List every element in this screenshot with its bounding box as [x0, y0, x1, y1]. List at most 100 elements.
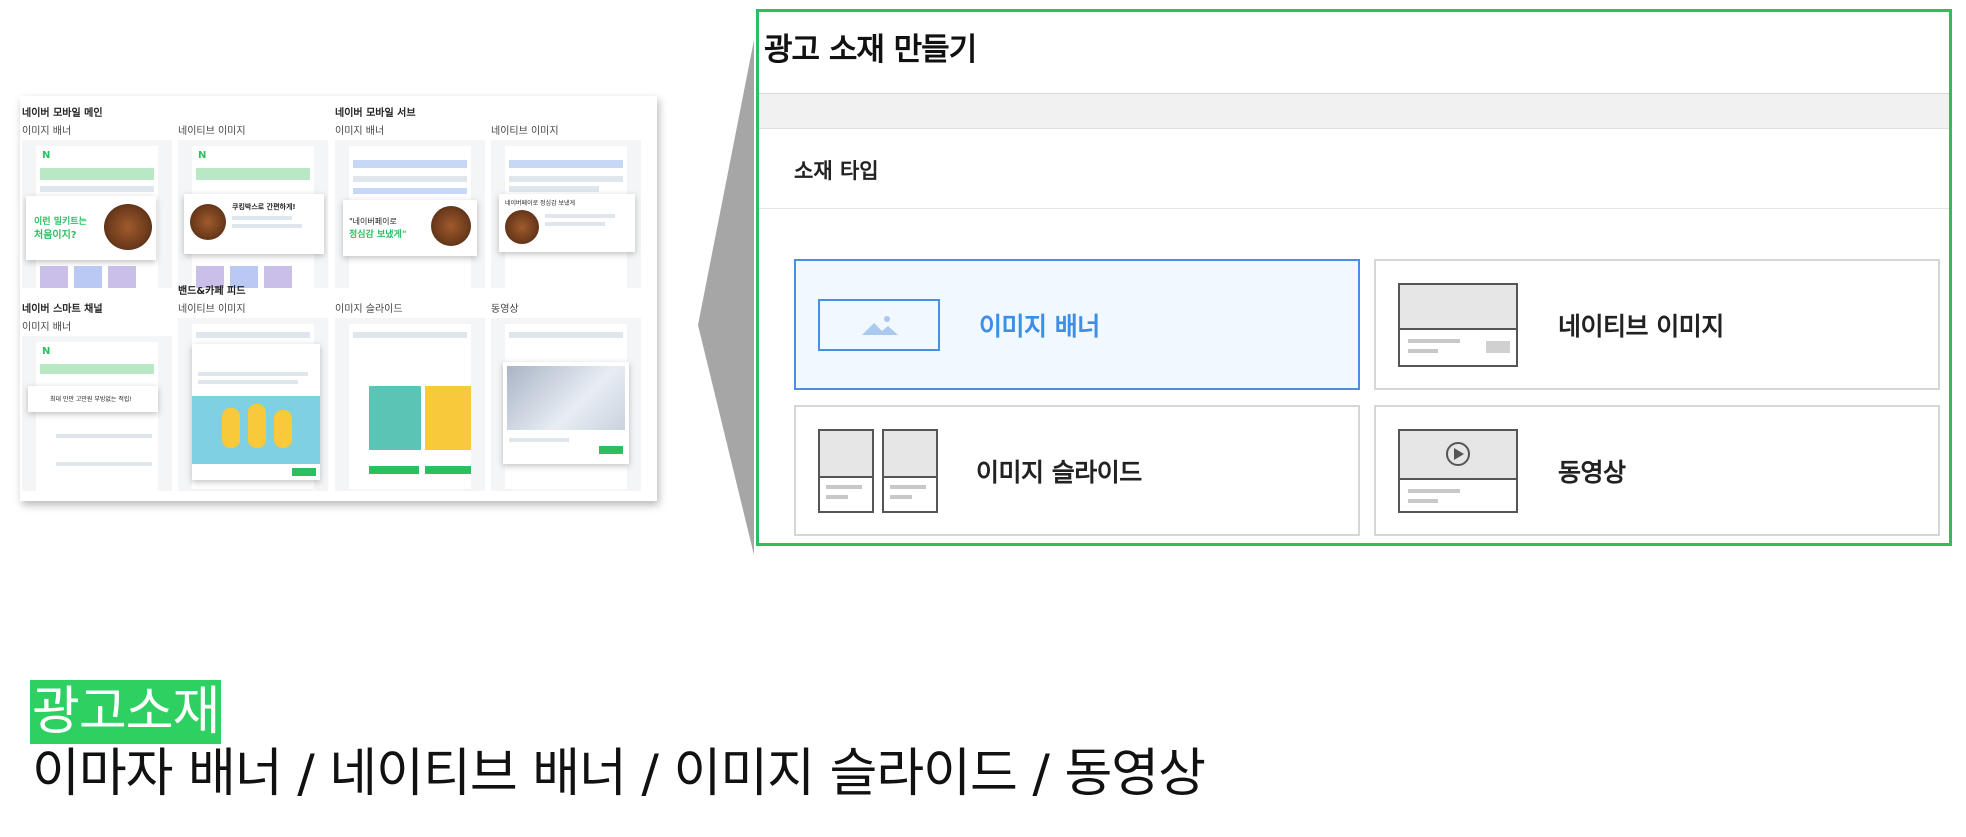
text-line-mock — [198, 372, 308, 376]
image-banner-icon — [818, 299, 940, 351]
header-bar-mock — [353, 160, 467, 168]
preview-cell-subtitle: 네이티브 이미지 — [491, 126, 559, 137]
option-label: 이미지 슬라이드 — [976, 457, 1142, 487]
preview-thumbnail — [491, 318, 641, 491]
cta-button-mock — [599, 446, 623, 454]
cta-button-mock — [369, 466, 419, 474]
banner-line-2: 정심감 보냈게" — [349, 230, 407, 240]
banner-line-1: "네이버페이로 — [349, 217, 397, 226]
ad-placement-preview: 네이버 모바일 메인 이미지 배너 N 이런 밀키트는 처음이지? 네이티브 이… — [20, 96, 657, 501]
text-line-mock — [509, 438, 569, 442]
divider-band — [759, 94, 1949, 129]
banner-line-2: 처음이지? — [34, 230, 77, 241]
banner-text: 최대 만만 고만원 부빙없는 적립! — [50, 396, 132, 403]
zoom-connector-shape — [698, 40, 754, 555]
native-card: 네이버페이로 정심감 보냈게 — [499, 194, 635, 252]
preview-thumbnail — [178, 318, 328, 491]
creative-type-section: 소재 타입 — [759, 129, 1949, 209]
preview-cell-title: 네이버 모바일 메인 — [22, 108, 103, 119]
header-bar-mock — [509, 332, 623, 338]
native-image-icon — [1398, 283, 1518, 367]
text-line-mock — [545, 222, 605, 226]
video-icon — [1398, 429, 1518, 513]
preview-thumbnail — [335, 318, 485, 491]
cta-button-mock — [292, 468, 316, 476]
text-line-mock — [509, 176, 623, 182]
phone-mockup: N — [36, 342, 158, 491]
option-video[interactable]: 동영상 — [1374, 405, 1940, 536]
native-card — [192, 344, 320, 480]
creative-type-label: 소재 타입 — [794, 159, 879, 183]
native-card: 쿠킹박스로 간편하게! — [184, 194, 324, 254]
tile-mock — [108, 266, 136, 288]
preview-cell-title: 밴드&카페 피드 — [178, 286, 246, 297]
option-label: 이미지 배너 — [979, 311, 1100, 341]
caption-line: 이마자 배너 / 네이티브 배너 / 이미지 슬라이드 / 동영상 — [32, 744, 1206, 804]
banner-card: 최대 만만 고만원 부빙없는 적립! — [28, 386, 158, 412]
option-native-image[interactable]: 네이티브 이미지 — [1374, 259, 1940, 390]
image-slide-icon — [818, 429, 938, 513]
naver-logo-icon: N — [42, 346, 51, 357]
food-image — [505, 210, 539, 244]
search-bar-mock — [40, 168, 154, 180]
product-item — [274, 410, 292, 448]
option-image-slide[interactable]: 이미지 슬라이드 — [794, 405, 1360, 536]
preview-thumbnail: "네이버페이로 정심감 보냈게" — [335, 140, 485, 288]
text-line-mock — [232, 216, 292, 220]
food-image — [431, 206, 471, 246]
banner-card: "네이버페이로 정심감 보냈게" — [343, 200, 477, 256]
video-card — [503, 362, 629, 464]
preview-cell-subtitle: 이미지 슬라이드 — [335, 304, 403, 315]
preview-thumbnail: N 쿠킹박스로 간편하게! — [178, 140, 328, 288]
preview-cell-subtitle: 네이티브 이미지 — [178, 126, 246, 137]
cta-button-mock — [425, 466, 471, 474]
preview-cell-subtitle: 동영상 — [491, 304, 519, 315]
tile-mock — [74, 266, 102, 288]
slide-image — [425, 386, 471, 450]
preview-cell-title: 네이버 스마트 채널 — [22, 304, 103, 315]
text-line-mock — [353, 176, 467, 182]
text-line-mock — [509, 186, 599, 192]
builder-title: 광고 소재 만들기 — [764, 32, 977, 68]
native-card-text: 네이버페이로 정심감 보냈게 — [505, 200, 576, 207]
preview-thumbnail: N 최대 만만 고만원 부빙없는 적립! — [22, 336, 172, 491]
text-line-mock — [198, 380, 298, 384]
text-line-mock — [56, 434, 152, 438]
header-bar-mock — [509, 160, 623, 168]
banner-card: 이런 밀키트는 처음이지? — [26, 196, 156, 260]
product-item — [248, 404, 266, 448]
menu-bar-mock — [40, 186, 154, 192]
product-item — [222, 408, 240, 448]
tile-mock — [40, 266, 68, 288]
text-line-mock — [353, 188, 467, 194]
phone-mockup — [349, 324, 471, 489]
naver-logo-icon: N — [42, 150, 51, 161]
builder-header: 광고 소재 만들기 — [759, 12, 1949, 94]
option-label: 동영상 — [1558, 457, 1626, 487]
search-bar-mock — [196, 168, 310, 180]
slide-image — [369, 386, 421, 450]
text-line-mock — [232, 224, 302, 228]
header-bar-mock — [353, 332, 467, 338]
header-bar-mock — [196, 332, 310, 338]
preview-cell-title: 네이버 모바일 서브 — [335, 108, 416, 119]
native-card-text: 쿠킹박스로 간편하게! — [232, 203, 296, 211]
caption-highlight: 광고소재 — [30, 680, 222, 744]
preview-cell-subtitle: 네이티브 이미지 — [178, 304, 246, 315]
preview-cell-subtitle: 이미지 배너 — [335, 126, 385, 137]
text-line-mock — [545, 214, 615, 218]
food-image — [190, 204, 226, 240]
preview-thumbnail: 네이버페이로 정심감 보냈게 — [491, 140, 641, 288]
creative-builder-panel: 광고 소재 만들기 소재 타입 이미지 배너 네이티브 이미지 이미지 슬라이드… — [756, 9, 1952, 546]
food-image — [104, 204, 152, 250]
preview-thumbnail: N 이런 밀키트는 처음이지? — [22, 140, 172, 288]
preview-cell-subtitle: 이미지 배너 — [22, 126, 72, 137]
text-line-mock — [56, 462, 152, 466]
search-bar-mock — [40, 364, 154, 374]
naver-logo-icon: N — [198, 150, 207, 161]
preview-cell-subtitle: 이미지 배너 — [22, 322, 72, 333]
option-image-banner[interactable]: 이미지 배너 — [794, 259, 1360, 390]
video-frame — [507, 366, 625, 430]
option-label: 네이티브 이미지 — [1558, 311, 1724, 341]
tile-mock — [264, 266, 292, 288]
